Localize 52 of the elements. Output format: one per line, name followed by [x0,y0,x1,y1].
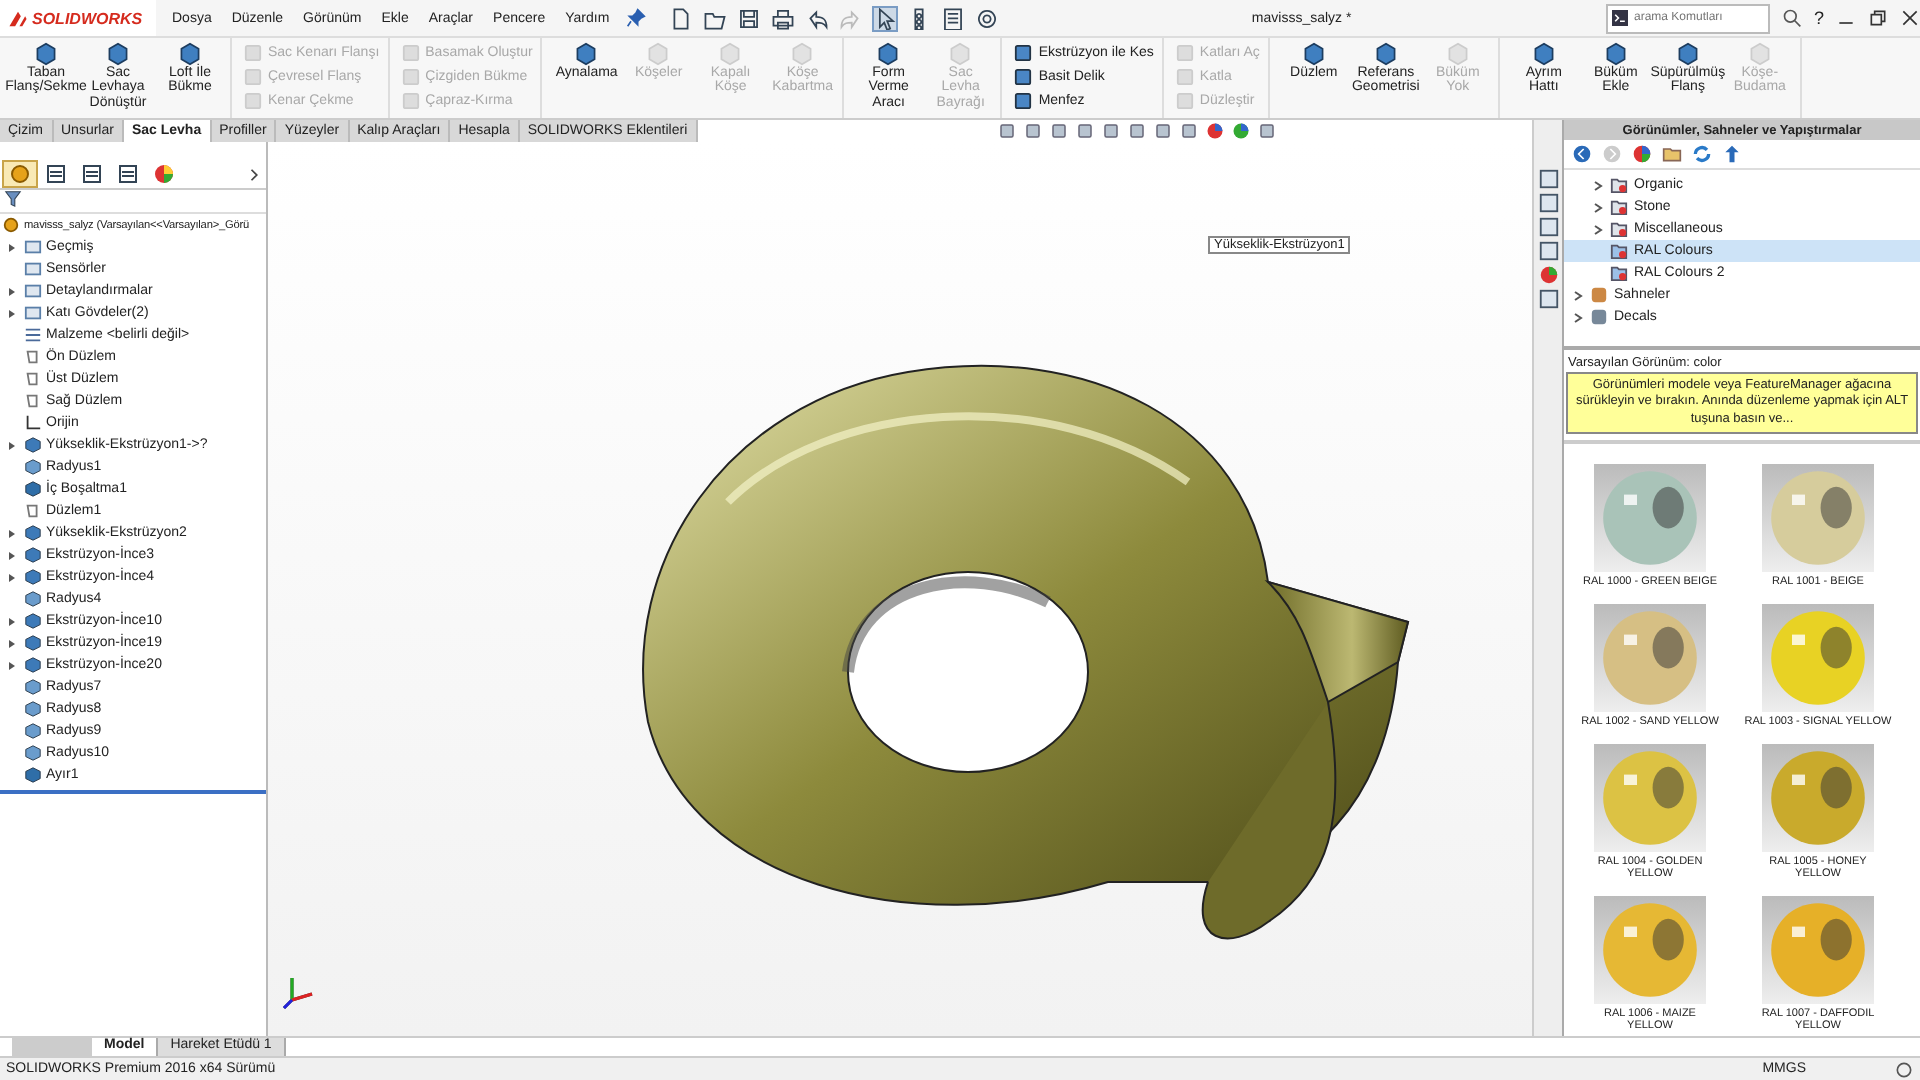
task-pane-tab-icon[interactable] [1537,264,1559,286]
properties-icon[interactable] [941,7,964,29]
task-pane-tab-icon[interactable] [1537,192,1559,214]
undo-icon[interactable] [805,7,828,29]
tool-icon [1301,42,1326,66]
open-icon[interactable] [703,7,726,29]
part-icon [2,216,20,234]
task-pane-tab-icon[interactable] [1537,288,1559,310]
logo-mark-icon [8,9,28,27]
app-logo: SOLIDWORKS [0,0,156,36]
feature-icon [24,326,42,344]
tool-icon [574,42,599,66]
tool-icon [1675,42,1700,66]
panel-tab-icon[interactable] [4,162,36,186]
task-pane-tab-icon[interactable] [1537,168,1559,190]
search-icon[interactable] [1781,8,1802,28]
appearance-icon[interactable] [1632,144,1652,164]
expand-arrow-icon[interactable] [6,241,18,253]
view-tool-icon[interactable] [1231,122,1250,140]
folder-icon [1610,220,1628,238]
print-icon[interactable] [771,7,794,29]
folder-icon [1610,198,1628,216]
tool-icon [178,42,202,66]
task-pane-tab-icon[interactable] [1537,240,1559,262]
new-icon[interactable] [669,7,692,29]
arrow-up-icon[interactable] [1722,144,1742,164]
help-button[interactable]: ? [1813,8,1824,28]
folder-icon [1610,176,1628,194]
chevron-right-icon[interactable] [248,167,262,181]
expand-arrow-icon[interactable] [6,439,18,451]
horizontal-scrollbar[interactable] [12,1038,92,1056]
command-icon [1611,10,1628,26]
tool-icon [876,42,901,66]
tool-icon [1373,42,1398,66]
save-icon[interactable] [737,7,760,29]
restore-icon[interactable] [1868,8,1888,28]
tool-icon [1531,42,1556,66]
pin-icon[interactable] [625,8,646,28]
refresh-icon[interactable] [1692,144,1712,164]
tool-icon [1603,42,1628,66]
select-icon[interactable] [873,7,896,29]
close-icon[interactable] [1900,8,1920,28]
filter-icon[interactable] [4,190,22,208]
back-icon[interactable] [1572,144,1592,164]
view-tool-icon[interactable] [1205,122,1224,140]
task-pane-tab-icon[interactable] [1537,216,1559,238]
folder-icon [1610,264,1628,282]
view-tool-icon[interactable] [1257,122,1276,140]
folder-icon [1610,242,1628,260]
folder-icon[interactable] [1662,144,1682,164]
tool-icon [106,42,130,66]
tool-icon [34,42,58,66]
